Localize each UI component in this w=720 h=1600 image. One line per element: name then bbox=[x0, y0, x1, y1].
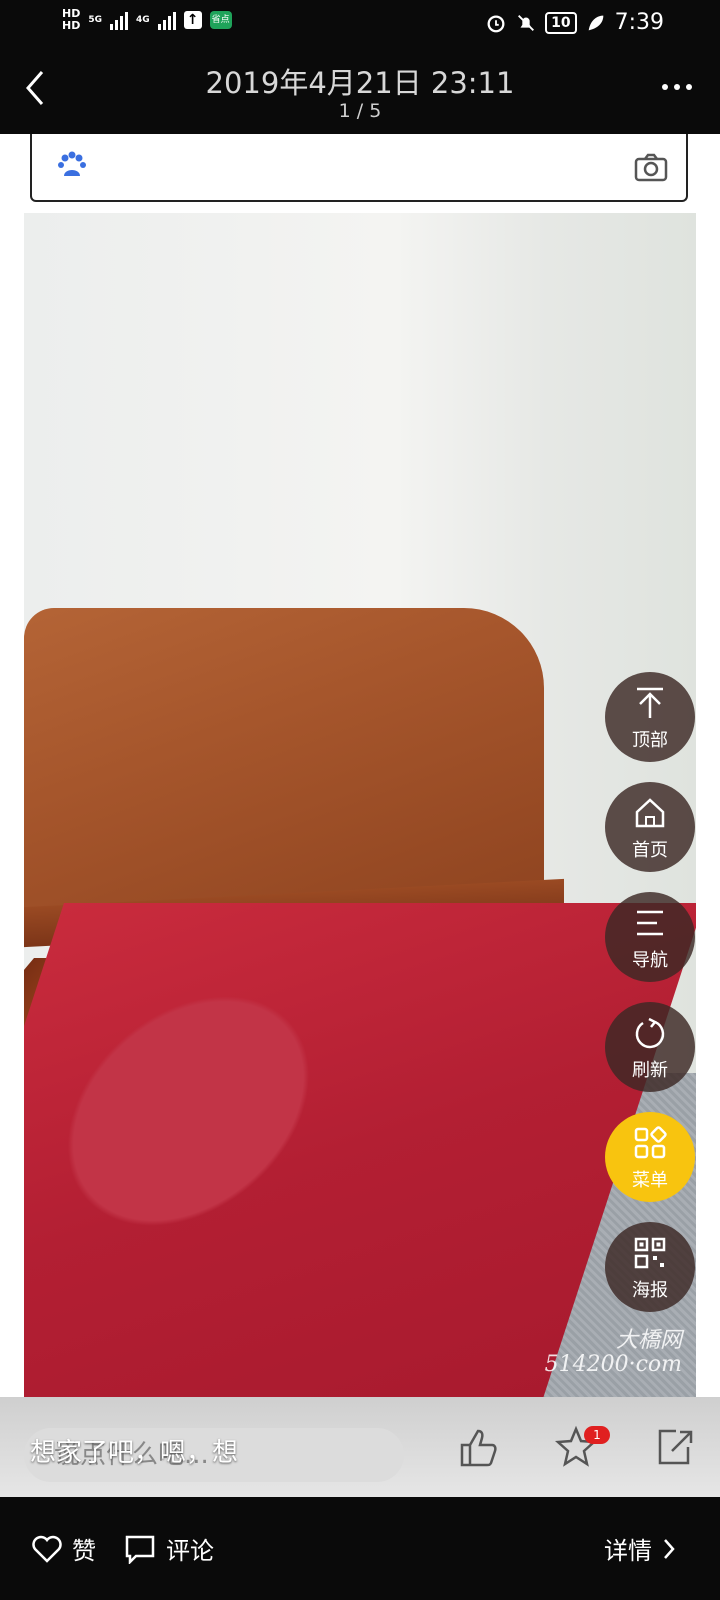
watermark: 大橋网 514200·com bbox=[545, 1329, 682, 1377]
page-title: 2019年4月21日 23:11 bbox=[205, 66, 515, 100]
like-label: 赞 bbox=[72, 1537, 96, 1565]
mute-bell-icon bbox=[518, 15, 535, 31]
share-icon[interactable] bbox=[652, 1425, 696, 1469]
chevron-right-icon bbox=[664, 1538, 675, 1559]
photo-caption: 想家了吧，嗯，想 bbox=[30, 1438, 239, 1468]
navigation-button[interactable]: 导航 bbox=[605, 892, 695, 982]
menu-label: 菜单 bbox=[632, 1170, 668, 1191]
network-type-1: 5G bbox=[88, 15, 102, 25]
app-notification-icon: 省点 bbox=[209, 11, 232, 29]
home-icon bbox=[635, 798, 665, 828]
menu-lines-icon bbox=[637, 910, 663, 936]
qrcode-icon bbox=[634, 1237, 666, 1269]
status-bar: HD HD 5G 4G ↑ 省点 10 7:39 bbox=[0, 0, 720, 48]
favorites-badge: 1 bbox=[584, 1426, 610, 1444]
camera-icon[interactable] bbox=[634, 152, 668, 182]
poster-button[interactable]: 海报 bbox=[605, 1222, 695, 1312]
refresh-icon bbox=[635, 1017, 665, 1049]
battery-indicator: 10 bbox=[545, 12, 577, 34]
photo-headboard bbox=[24, 608, 544, 908]
home-label: 首页 bbox=[632, 840, 668, 861]
grid-icon bbox=[634, 1126, 667, 1159]
bottom-action-bar: 赞 评论 详情 bbox=[0, 1497, 720, 1600]
hd-indicators: HD HD bbox=[62, 8, 80, 32]
leaf-icon bbox=[588, 15, 603, 31]
top-button[interactable]: 顶部 bbox=[605, 672, 695, 762]
hd-indicator-2: HD bbox=[62, 19, 81, 32]
clock: 7:39 bbox=[614, 10, 664, 35]
details-label: 详情 bbox=[604, 1537, 652, 1565]
comment-bubble-icon bbox=[125, 1535, 155, 1564]
like-action[interactable]: 赞 bbox=[32, 1531, 96, 1566]
image-pager: 1 / 5 bbox=[338, 100, 382, 122]
more-icon[interactable] bbox=[662, 84, 692, 90]
poster-label: 海报 bbox=[632, 1280, 668, 1301]
watermark-line-1: 大橋网 bbox=[615, 1328, 682, 1353]
thumbs-up-icon[interactable] bbox=[456, 1425, 500, 1469]
alarm-icon bbox=[487, 15, 505, 33]
title-bar: 2019年4月21日 23:11 1 / 5 bbox=[0, 48, 720, 134]
menu-button[interactable]: 菜单 bbox=[605, 1112, 695, 1202]
status-left: HD HD 5G 4G ↑ 省点 bbox=[62, 8, 232, 32]
heart-icon bbox=[32, 1535, 62, 1563]
home-button[interactable]: 首页 bbox=[605, 782, 695, 872]
refresh-label: 刷新 bbox=[632, 1060, 668, 1081]
photo-viewer[interactable]: 大橋网 514200·com bbox=[24, 213, 696, 1397]
upload-icon: ↑ bbox=[183, 11, 202, 29]
signal-icon bbox=[110, 10, 128, 30]
navigation-label: 导航 bbox=[632, 950, 668, 971]
network-type-2: 4G bbox=[136, 15, 150, 25]
signal-icon-2 bbox=[157, 10, 176, 30]
status-right: 10 7:39 bbox=[485, 10, 664, 36]
comment-action[interactable]: 评论 bbox=[124, 1531, 214, 1566]
top-label: 顶部 bbox=[632, 730, 668, 751]
search-bar[interactable] bbox=[30, 134, 688, 202]
baidu-paw-icon bbox=[58, 151, 86, 176]
details-action[interactable]: 详情 bbox=[604, 1531, 676, 1566]
refresh-button[interactable]: 刷新 bbox=[605, 1002, 695, 1092]
watermark-line-2: 514200·com bbox=[544, 1352, 682, 1377]
comment-label: 评论 bbox=[166, 1537, 214, 1565]
arrow-top-icon bbox=[637, 687, 663, 718]
